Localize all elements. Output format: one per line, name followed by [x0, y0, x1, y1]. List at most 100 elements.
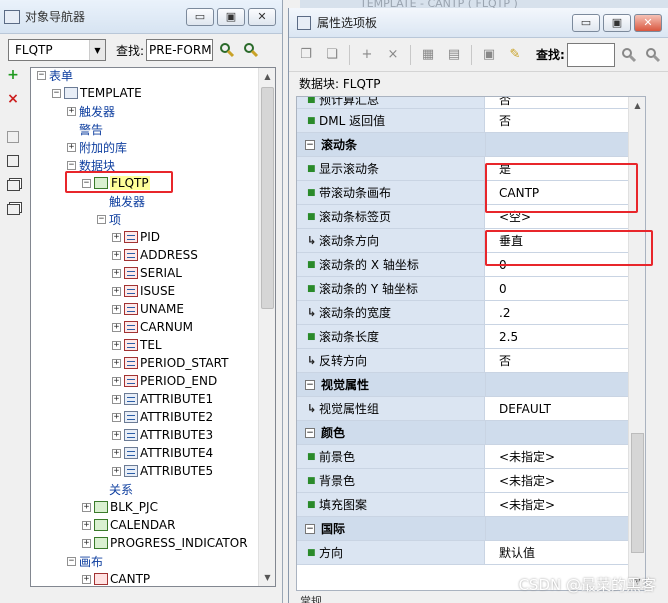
property-row[interactable]: ■ DML 返回值否: [297, 109, 645, 133]
tree-node-label[interactable]: ISUSE: [140, 284, 175, 298]
tree-node[interactable]: 警告: [67, 120, 103, 138]
property-name[interactable]: ■ 背景色: [297, 469, 485, 492]
property-value[interactable]: <空>: [485, 205, 645, 228]
palette-find-prev-icon[interactable]: [619, 45, 639, 65]
tree-node[interactable]: + CARNUM: [112, 318, 193, 336]
tree-node-label[interactable]: 触发器: [109, 193, 145, 210]
property-value[interactable]: 默认值: [485, 541, 645, 564]
property-value[interactable]: <未指定>: [485, 493, 645, 516]
freeze-icon[interactable]: ✎: [504, 44, 526, 66]
palette-close-button[interactable]: ✕: [634, 13, 662, 32]
delete-icon[interactable]: ×: [4, 90, 22, 108]
tree-node-label[interactable]: SERIAL: [140, 266, 182, 280]
expand-toggle-icon[interactable]: +: [82, 502, 91, 512]
expand-toggle-icon[interactable]: +: [82, 574, 91, 584]
property-category[interactable]: − 视觉属性: [297, 373, 645, 397]
expand-toggle-icon[interactable]: +: [112, 286, 121, 296]
collapse-toggle-icon[interactable]: −: [52, 88, 61, 98]
collapse-toggle-icon[interactable]: −: [67, 160, 76, 170]
tree-node-label[interactable]: PERIOD_START: [140, 356, 228, 370]
property-name[interactable]: ■ 滚动条长度: [297, 325, 485, 348]
expand-toggle-icon[interactable]: +: [112, 376, 121, 386]
tree-node[interactable]: + 触发器: [67, 102, 115, 120]
property-name[interactable]: ■ 滚动条的 X 轴坐标: [297, 253, 485, 276]
category-name-cell[interactable]: − 视觉属性: [297, 373, 485, 396]
tree-node-label[interactable]: 项: [109, 211, 121, 228]
tree-node-label[interactable]: TEMPLATE: [80, 86, 142, 100]
chevron-down-icon[interactable]: ▼: [89, 40, 105, 60]
minimize-button[interactable]: ▭: [186, 7, 214, 26]
tree-node-label[interactable]: 画布: [79, 553, 103, 570]
property-row[interactable]: ■ 滚动条的 X 轴坐标 0: [297, 253, 645, 277]
tree-node[interactable]: 触发器: [97, 192, 145, 210]
scroll-up-icon[interactable]: ▲: [259, 68, 275, 85]
module-select[interactable]: FLQTP ▼: [8, 39, 106, 61]
tree-node[interactable]: + CANTP: [82, 570, 150, 586]
property-name[interactable]: ■ 带滚动条画布: [297, 181, 485, 204]
property-value[interactable]: <未指定>: [485, 469, 645, 492]
property-value[interactable]: 垂直: [485, 229, 645, 252]
collapse-toggle-icon[interactable]: −: [97, 214, 106, 224]
remove-property-icon[interactable]: ×: [382, 44, 404, 66]
tree-node[interactable]: + PID: [112, 228, 160, 246]
property-value[interactable]: <未指定>: [485, 445, 645, 468]
tree-node-label[interactable]: ATTRIBUTE2: [140, 410, 213, 424]
tree-node[interactable]: − 数据块: [67, 156, 115, 174]
property-name[interactable]: ■ 预计算汇总: [297, 97, 485, 108]
collapse-toggle-icon[interactable]: −: [305, 139, 315, 150]
property-name[interactable]: ■ 滚动条的 Y 轴坐标: [297, 277, 485, 300]
add-property-icon[interactable]: +: [356, 44, 378, 66]
tree-node[interactable]: + ATTRIBUTE5: [112, 462, 213, 480]
property-row[interactable]: ■ 背景色 <未指定>: [297, 469, 645, 493]
property-row[interactable]: ↳ 滚动条方向 垂直: [297, 229, 645, 253]
tree-node[interactable]: − 表单: [37, 68, 73, 84]
tree-node[interactable]: 关系: [97, 480, 133, 498]
tree-node[interactable]: + ADDRESS: [112, 246, 198, 264]
property-row[interactable]: ↳ 反转方向否: [297, 349, 645, 373]
tree-node-label[interactable]: PROGRESS_INDICATOR: [110, 536, 248, 550]
expand-toggle-icon[interactable]: +: [82, 520, 91, 530]
collapse-toggle-icon[interactable]: −: [67, 556, 76, 566]
tree-node[interactable]: + CALENDAR: [82, 516, 175, 534]
property-row[interactable]: ↳ 视觉属性组 DEFAULT: [297, 397, 645, 421]
property-name[interactable]: ↳ 反转方向: [297, 349, 485, 372]
grid-scrollbar-thumb[interactable]: [631, 433, 644, 553]
expand-toggle-icon[interactable]: +: [112, 466, 121, 476]
tree-node-label[interactable]: ATTRIBUTE1: [140, 392, 213, 406]
property-category[interactable]: − 国际: [297, 517, 645, 541]
grid-scroll-up-icon[interactable]: ▲: [629, 97, 645, 114]
palette-find-input[interactable]: [566, 42, 615, 67]
maximize-button[interactable]: ▣: [217, 7, 245, 26]
scrollbar-thumb[interactable]: [261, 87, 274, 309]
property-row[interactable]: ■ 显示滚动条是: [297, 157, 645, 181]
property-value[interactable]: CANTP: [485, 181, 645, 204]
property-name[interactable]: ■ 方向: [297, 541, 485, 564]
expand-toggle-icon[interactable]: +: [112, 358, 121, 368]
find-next-icon[interactable]: [241, 40, 261, 60]
intersection-icon[interactable]: ▤: [443, 44, 465, 66]
expand-toggle-icon[interactable]: +: [112, 430, 121, 440]
property-name[interactable]: ■ 显示滚动条: [297, 157, 485, 180]
property-name[interactable]: ↳ 视觉属性组: [297, 397, 485, 420]
expand-toggle-icon[interactable]: +: [112, 268, 121, 278]
category-name-cell[interactable]: − 滚动条: [297, 133, 485, 156]
property-name[interactable]: ■ 前景色: [297, 445, 485, 468]
expand-toggle-icon[interactable]: +: [112, 340, 121, 350]
collapse-toggle-icon[interactable]: −: [305, 523, 315, 534]
tree-node-label[interactable]: ADDRESS: [140, 248, 198, 262]
tree-node[interactable]: + BLK_PJC: [82, 498, 158, 516]
expand-toggle-icon[interactable]: +: [82, 538, 91, 548]
scroll-down-icon[interactable]: ▼: [259, 569, 275, 586]
property-category[interactable]: − 颜色: [297, 421, 645, 445]
property-row[interactable]: ■ 方向 默认值: [297, 541, 645, 565]
tree-node-label[interactable]: PERIOD_END: [140, 374, 217, 388]
property-row[interactable]: ■ 滚动条长度 2.5: [297, 325, 645, 349]
grid-scrollbar[interactable]: ▲ ▼: [628, 97, 645, 590]
tree-node[interactable]: + ATTRIBUTE3: [112, 426, 213, 444]
collapse-toggle-icon[interactable]: −: [82, 178, 91, 188]
tree-node-label[interactable]: CANTP: [110, 572, 150, 586]
find-input[interactable]: PRE-FORM: [146, 39, 214, 61]
tree-node-label[interactable]: 触发器: [79, 103, 115, 120]
category-name-cell[interactable]: − 国际: [297, 517, 485, 540]
tree-node-label[interactable]: 关系: [109, 481, 133, 498]
